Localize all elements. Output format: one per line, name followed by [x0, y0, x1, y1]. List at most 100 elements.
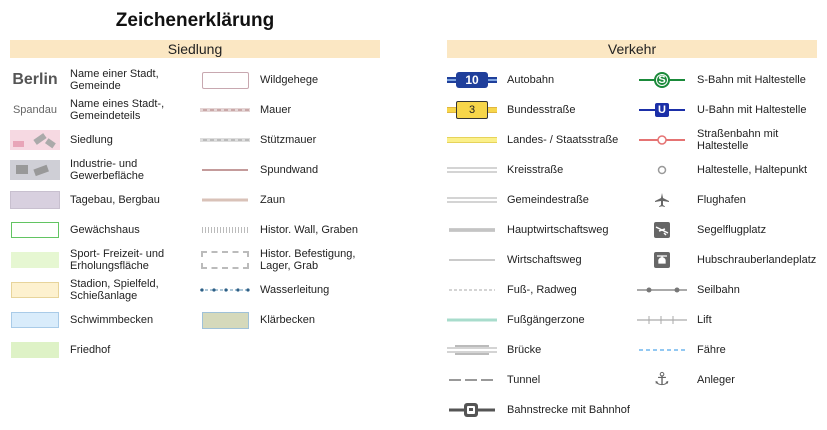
symbol-hubschrauber	[637, 245, 687, 275]
legend-label: Fußgängerzone	[507, 314, 585, 326]
legend-item-klaerbecken: Klärbecken	[200, 305, 315, 335]
legend-label: Stadion, Spielfeld, Schießanlage	[70, 278, 159, 302]
legend-item-seilbahn: Seilbahn	[637, 275, 740, 305]
symbol-siedlung	[10, 125, 60, 155]
legend-label: Histor. Wall, Graben	[260, 224, 359, 236]
legend-label: Schwimmbecken	[70, 314, 154, 326]
symbol-stadion	[10, 275, 60, 305]
legend-label: U-Bahn mit Haltestelle	[697, 104, 807, 116]
legend-label: Landes- / Staatsstraße	[507, 134, 619, 146]
legend-label: Industrie- und Gewerbefläche	[70, 158, 144, 182]
klaerbecken-swatch	[201, 311, 249, 329]
legend-label: Autobahn	[507, 74, 555, 86]
legend-label: Bundesstraße	[507, 104, 576, 116]
faehre-line	[639, 349, 685, 351]
symbol-stuetzmauer	[200, 125, 250, 155]
ubahn-icon: U	[658, 104, 666, 116]
legend-item-anleger: ⚓ Anleger	[637, 365, 735, 395]
symbol-befestigung	[200, 245, 250, 275]
legend-item-wall: Histor. Wall, Graben	[200, 215, 358, 245]
symbol-tunnel	[447, 365, 497, 395]
legend-item-faehre: Fähre	[637, 335, 726, 365]
fussgaengerzone-line	[447, 318, 497, 322]
symbol-gewaechshaus	[10, 215, 60, 245]
legend-label: Bahnstrecke mit Bahnhof	[507, 404, 630, 416]
airplane-icon	[654, 192, 670, 208]
glider-icon	[654, 222, 670, 238]
hauptwirtschaftsweg-line	[449, 228, 495, 232]
seilbahn-line	[637, 287, 687, 293]
helicopter-icon	[654, 252, 670, 268]
symbol-landesstrasse	[447, 125, 497, 155]
legend-item-gewaechshaus: Gewächshaus	[10, 215, 140, 245]
symbol-mauer	[200, 95, 250, 125]
legend-label: Friedhof	[70, 344, 111, 356]
legend-item-schwimmbecken: Schwimmbecken	[10, 305, 153, 335]
kreisstrasse-line	[447, 167, 497, 173]
symbol-flughafen	[637, 185, 687, 215]
friedhof-swatch	[11, 342, 59, 358]
tunnel-line	[449, 379, 495, 381]
section-header-verkehr: Verkehr	[447, 40, 817, 58]
anchor-icon: ⚓	[653, 369, 671, 390]
legend-item-siedlung: Siedlung	[10, 125, 113, 155]
symbol-faehre	[637, 335, 687, 365]
sbahn-icon: S	[658, 74, 666, 86]
sport-swatch	[11, 252, 59, 268]
legend-item-hubschrauber: Hubschrauberlandeplatz	[637, 245, 816, 275]
symbol-sport	[10, 245, 60, 275]
symbol-bahnstrecke	[447, 395, 497, 425]
symbol-zaun	[200, 185, 250, 215]
gewaechshaus-swatch	[11, 222, 59, 238]
symbol-fussgaengerzone	[447, 305, 497, 335]
legend-item-hauptwirtschaftsweg: Hauptwirtschaftsweg	[447, 215, 609, 245]
symbol-spundwand	[200, 155, 250, 185]
legend-item-fussweg: Fuß-, Radweg	[447, 275, 577, 305]
legend-title: Zeichenerklärung	[115, 10, 275, 31]
fussweg-line	[449, 289, 495, 291]
schwimmbecken-swatch	[11, 312, 59, 328]
legend-label: Histor. Befestigung, Lager, Grab	[260, 248, 356, 272]
legend-label: Wasserleitung	[260, 284, 330, 296]
symbol-gemeindestrasse	[447, 185, 497, 215]
symbol-seilbahn	[637, 275, 687, 305]
legend-label: Name einer Stadt, Gemeinde	[70, 68, 159, 92]
bahnhof-icon	[449, 403, 495, 417]
haltestelle-icon	[657, 165, 667, 175]
symbol-hauptwirtschaftsweg	[447, 215, 497, 245]
bundesstrasse-number: 3	[468, 104, 476, 116]
legend-item-gemeindestrasse: Gemeindestraße	[447, 185, 589, 215]
legend-item-tunnel: Tunnel	[447, 365, 540, 395]
symbol-wildgehege	[200, 65, 250, 95]
wall-line	[202, 227, 248, 233]
legend-item-sport: Sport- Freizeit- und Erholungsfläche	[10, 245, 195, 275]
legend-item-landesstrasse: Landes- / Staatsstraße	[447, 125, 618, 155]
legend-item-bundesstrasse: 3 Bundesstraße	[447, 95, 575, 125]
legend-item-ubahn: U U-Bahn mit Haltestelle	[637, 95, 806, 125]
legend-label: Spundwand	[260, 164, 319, 176]
legend-label: Gewächshaus	[70, 224, 140, 236]
wasserleitung-line	[200, 288, 250, 292]
legend-label: Fähre	[697, 344, 726, 356]
symbol-schwimmbecken	[10, 305, 60, 335]
legend-label: Straßenbahn mit Haltestelle	[697, 128, 779, 152]
legend-label: Name eines Stadt-, Gemeindeteils	[70, 98, 165, 122]
legend-label: Kreisstraße	[507, 164, 564, 176]
legend-label: Segelflugplatz	[697, 224, 767, 236]
legend-label: Hubschrauberlandeplatz	[697, 254, 817, 266]
symbol-kreisstrasse	[447, 155, 497, 185]
legend-item-flughafen: Flughafen	[637, 185, 746, 215]
tram-line	[639, 135, 685, 145]
legend-label: Lift	[697, 314, 712, 326]
landesstrasse-line	[447, 137, 497, 143]
legend-label: Hauptwirtschaftsweg	[507, 224, 609, 236]
legend-label: Zaun	[260, 194, 286, 206]
symbol-wall	[200, 215, 250, 245]
siedlung-swatch	[10, 130, 60, 150]
symbol-haltestelle	[637, 155, 687, 185]
zaun-line	[202, 198, 248, 202]
wirtschaftsweg-line	[449, 259, 495, 261]
stadtname-sample: Berlin	[12, 71, 58, 88]
legend-label: Anleger	[697, 374, 735, 386]
section-header-siedlung: Siedlung	[10, 40, 380, 58]
